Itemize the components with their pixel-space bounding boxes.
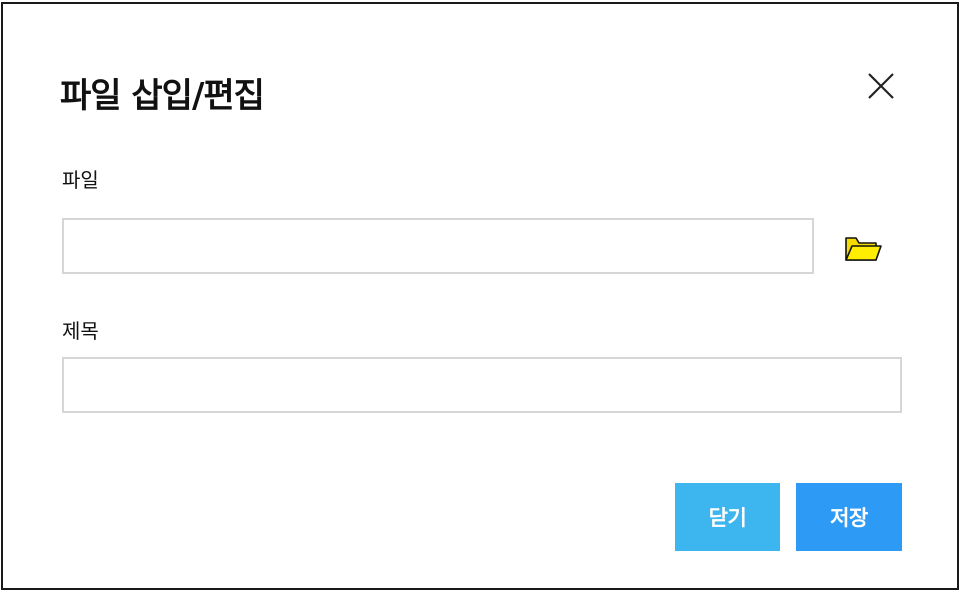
- file-insert-dialog: 파일 삽입/편집 파일 제목 닫기 저장: [1, 2, 959, 590]
- folder-open-icon: [845, 237, 882, 261]
- file-field-label: 파일: [62, 168, 99, 192]
- browse-file-button[interactable]: [842, 230, 882, 266]
- title-field-label: 제목: [62, 319, 99, 343]
- save-button[interactable]: 저장: [796, 483, 902, 551]
- close-button[interactable]: 닫기: [675, 483, 780, 551]
- dialog-close-button[interactable]: [865, 70, 897, 102]
- title-input[interactable]: [62, 357, 902, 413]
- dialog-title: 파일 삽입/편집: [60, 76, 265, 116]
- file-path-input[interactable]: [62, 218, 814, 274]
- close-x-icon: [868, 73, 894, 99]
